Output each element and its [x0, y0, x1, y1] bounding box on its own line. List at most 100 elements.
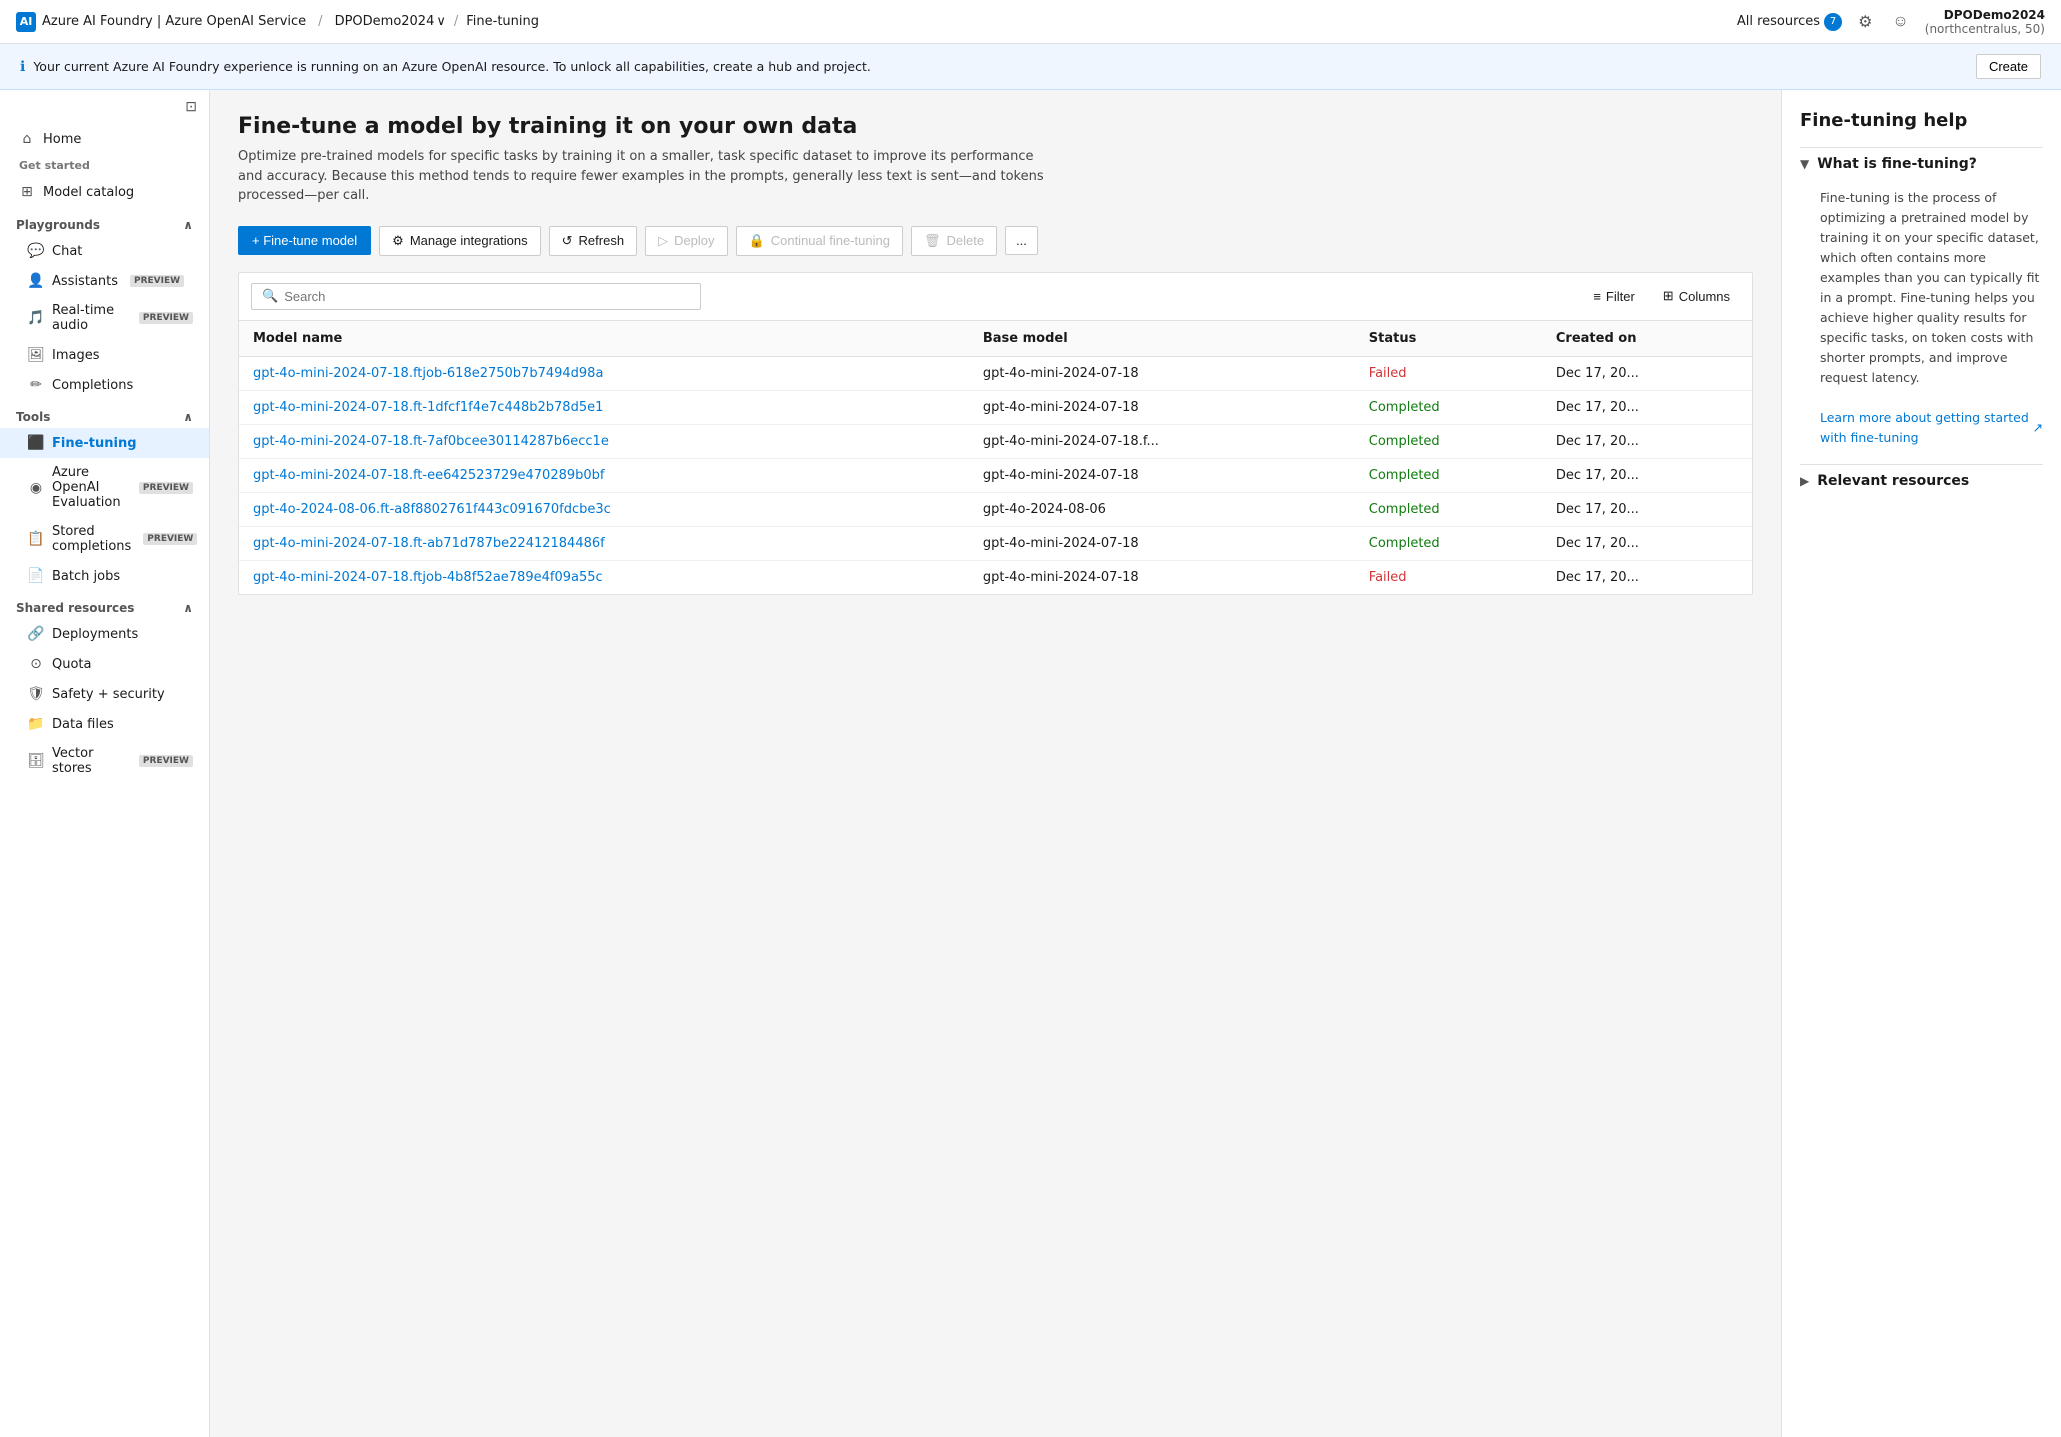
- chevron-up-icon-tools: ∧: [183, 410, 193, 424]
- search-input[interactable]: [284, 289, 690, 304]
- created-on-cell: Dec 17, 20...: [1542, 390, 1752, 424]
- section1-text: Fine-tuning is the process of optimizing…: [1820, 190, 2039, 385]
- sidebar-item-fine-tuning[interactable]: ⬛ Fine-tuning: [0, 428, 209, 458]
- sidebar-item-quota[interactable]: ⊙ Quota: [0, 649, 209, 679]
- model-name-link[interactable]: gpt-4o-mini-2024-07-18.ftjob-618e2750b7b…: [253, 366, 603, 381]
- sidebar-item-get-started[interactable]: Get started: [0, 155, 209, 176]
- sidebar-item-images[interactable]: 🖼 Images: [0, 340, 209, 370]
- info-banner: ℹ Your current Azure AI Foundry experien…: [0, 44, 2061, 90]
- topbar-right: All resources 7 ⚙ ☺ DPODemo2024 (northce…: [1737, 8, 2045, 36]
- content-area: Fine-tune a model by training it on your…: [210, 90, 2061, 1437]
- delete-button[interactable]: 🗑 Delete: [911, 226, 997, 256]
- breadcrumb: DPODemo2024 ∨ / Fine-tuning: [335, 14, 539, 29]
- continual-fine-tuning-button[interactable]: 🔒 Continual fine-tuning: [736, 226, 903, 256]
- model-name-link[interactable]: gpt-4o-mini-2024-07-18.ft-1dfcf1f4e7c448…: [253, 400, 603, 415]
- sidebar-item-home[interactable]: ⌂ Home: [0, 123, 209, 155]
- fine-tuning-table: Model name Base model Status Created on …: [239, 321, 1752, 594]
- table-action-buttons: ≡ Filter ⊞ Columns: [1583, 283, 1740, 309]
- columns-icon: ⊞: [1663, 288, 1674, 304]
- sidebar-home-label: Home: [43, 132, 81, 147]
- chevron-right-icon-section2: ▶: [1800, 474, 1809, 488]
- chevron-up-icon-shared: ∧: [183, 601, 193, 615]
- sidebar-item-chat[interactable]: 💬 Chat: [0, 236, 209, 266]
- model-name-link[interactable]: gpt-4o-mini-2024-07-18.ftjob-4b8f52ae789…: [253, 570, 603, 585]
- columns-button[interactable]: ⊞ Columns: [1653, 283, 1740, 309]
- delete-icon: 🗑: [924, 233, 941, 249]
- vector-stores-preview-badge: PREVIEW: [139, 755, 193, 767]
- section-relevant-resources[interactable]: ▶ Relevant resources: [1800, 464, 2043, 497]
- table-header-row: Model name Base model Status Created on: [239, 321, 1752, 357]
- created-on-cell: Dec 17, 20...: [1542, 492, 1752, 526]
- chevron-up-icon: ∧: [183, 218, 193, 232]
- continual-icon: 🔒: [749, 233, 765, 249]
- completions-icon: ✏: [28, 377, 44, 393]
- sidebar-item-completions[interactable]: ✏ Completions: [0, 370, 209, 400]
- realtime-preview-badge: PREVIEW: [139, 312, 193, 324]
- status-badge: Completed: [1355, 458, 1542, 492]
- assistants-preview-badge: PREVIEW: [130, 275, 184, 287]
- logo-icon: AI: [16, 12, 36, 32]
- more-options-button[interactable]: ...: [1005, 226, 1038, 255]
- base-model-cell: gpt-4o-mini-2024-07-18: [969, 458, 1355, 492]
- table-toolbar: 🔍 ≡ Filter ⊞ Columns: [239, 273, 1752, 321]
- sidebar-section-playgrounds[interactable]: Playgrounds ∧: [0, 208, 209, 236]
- sidebar-section-shared-resources[interactable]: Shared resources ∧: [0, 591, 209, 619]
- created-on-cell: Dec 17, 20...: [1542, 356, 1752, 390]
- deploy-button[interactable]: ▷ Deploy: [645, 226, 727, 256]
- banner-create-button[interactable]: Create: [1976, 54, 2041, 79]
- model-name-link[interactable]: gpt-4o-mini-2024-07-18.ft-ab71d787be2241…: [253, 536, 605, 551]
- created-on-cell: Dec 17, 20...: [1542, 526, 1752, 560]
- sidebar-item-deployments[interactable]: 🔗 Deployments: [0, 619, 209, 649]
- status-badge: Completed: [1355, 390, 1542, 424]
- base-model-cell: gpt-4o-mini-2024-07-18: [969, 560, 1355, 594]
- learn-more-link[interactable]: Learn more about getting started with fi…: [1820, 408, 2043, 448]
- sidebar-toggle-button[interactable]: ⊡: [185, 98, 197, 115]
- model-name-link[interactable]: gpt-4o-2024-08-06.ft-a8f8802761f443c0916…: [253, 502, 611, 517]
- base-model-cell: gpt-4o-mini-2024-07-18: [969, 390, 1355, 424]
- sidebar-section-tools[interactable]: Tools ∧: [0, 400, 209, 428]
- created-on-cell: Dec 17, 20...: [1542, 424, 1752, 458]
- sidebar-item-model-catalog[interactable]: ⊞ Model catalog: [0, 176, 209, 208]
- info-icon: ℹ: [20, 59, 25, 75]
- settings-icon[interactable]: ⚙: [1854, 8, 1876, 36]
- help-icon[interactable]: ☺: [1888, 9, 1912, 35]
- page-subtitle: Optimize pre-trained models for specific…: [238, 147, 1058, 206]
- main-content: Fine-tune a model by training it on your…: [210, 90, 1781, 1437]
- stored-completions-icon: 📋: [28, 531, 44, 547]
- model-name-link[interactable]: gpt-4o-mini-2024-07-18.ft-ee642523729e47…: [253, 468, 605, 483]
- deployments-icon: 🔗: [28, 626, 44, 642]
- fine-tune-model-button[interactable]: + Fine-tune model: [238, 226, 371, 255]
- table-row: gpt-4o-mini-2024-07-18.ft-7af0bcee301142…: [239, 424, 1752, 458]
- toolbar: + Fine-tune model ⚙ Manage integrations …: [238, 226, 1753, 256]
- breadcrumb-workspace[interactable]: DPODemo2024 ∨: [335, 14, 446, 29]
- sidebar-item-batch-jobs[interactable]: 📄 Batch jobs: [0, 561, 209, 591]
- section-what-is-fine-tuning[interactable]: ▼ What is fine-tuning?: [1800, 147, 2043, 180]
- sidebar-item-data-files[interactable]: 📁 Data files: [0, 709, 209, 739]
- table-row: gpt-4o-mini-2024-07-18.ftjob-618e2750b7b…: [239, 356, 1752, 390]
- chat-icon: 💬: [28, 243, 44, 259]
- topbar: AI Azure AI Foundry | Azure OpenAI Servi…: [0, 0, 2061, 44]
- home-icon: ⌂: [19, 131, 35, 147]
- sidebar-item-stored-completions[interactable]: 📋 Stored completions PREVIEW: [0, 517, 209, 561]
- filter-button[interactable]: ≡ Filter: [1583, 283, 1644, 309]
- sidebar-item-assistants[interactable]: 👤 Assistants PREVIEW: [0, 266, 209, 296]
- assistants-icon: 👤: [28, 273, 44, 289]
- manage-integrations-button[interactable]: ⚙ Manage integrations: [379, 226, 540, 256]
- stored-completions-preview-badge: PREVIEW: [143, 533, 197, 545]
- external-link-icon: ↗: [2033, 418, 2043, 438]
- banner-text: Your current Azure AI Foundry experience…: [33, 59, 871, 74]
- base-model-cell: gpt-4o-mini-2024-07-18.f...: [969, 424, 1355, 458]
- refresh-button[interactable]: ↺ Refresh: [549, 226, 637, 256]
- sidebar-item-azure-openai-eval[interactable]: ◉ Azure OpenAI Evaluation PREVIEW: [0, 458, 209, 517]
- section1-content: Fine-tuning is the process of optimizing…: [1800, 180, 2043, 460]
- sidebar-toggle: ⊡: [0, 90, 209, 123]
- sidebar-item-realtime-audio[interactable]: 🎵 Real-time audio PREVIEW: [0, 296, 209, 340]
- user-info: DPODemo2024 (northcentralus, 50): [1925, 8, 2045, 36]
- all-resources[interactable]: All resources 7: [1737, 13, 1842, 31]
- sidebar-item-safety-security[interactable]: 🛡 Safety + security: [0, 679, 209, 709]
- right-panel-title: Fine-tuning help: [1800, 110, 2043, 131]
- vector-stores-icon: 🗄: [28, 753, 44, 769]
- sidebar-item-vector-stores[interactable]: 🗄 Vector stores PREVIEW: [0, 739, 209, 783]
- col-header-base-model: Base model: [969, 321, 1355, 357]
- model-name-link[interactable]: gpt-4o-mini-2024-07-18.ft-7af0bcee301142…: [253, 434, 609, 449]
